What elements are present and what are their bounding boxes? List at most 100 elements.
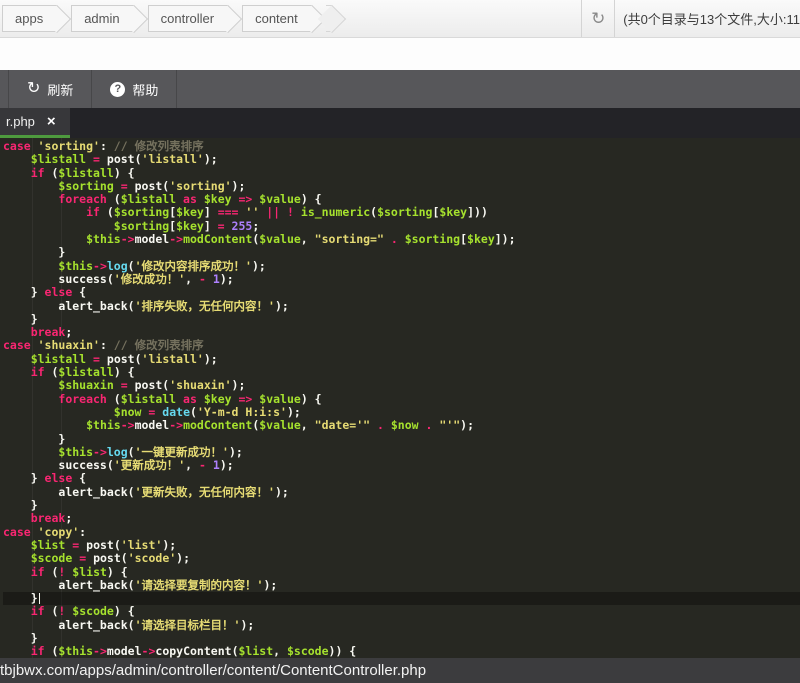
- code-token: $sorting: [58, 179, 113, 193]
- code-line[interactable]: $listall = post('listall');: [3, 353, 800, 366]
- code-token: [3, 378, 58, 392]
- code-token: ) {: [114, 365, 135, 379]
- spacer: [0, 38, 800, 70]
- code-line[interactable]: $sorting = post('sorting');: [3, 180, 800, 193]
- code-token: )) {: [329, 644, 357, 658]
- code-line[interactable]: if ($sorting[$key] === '' || ! is_numeri…: [3, 206, 800, 219]
- code-line[interactable]: success('更新成功！', - 1);: [3, 459, 800, 472]
- code-token: (: [128, 578, 135, 592]
- code-line[interactable]: break;: [3, 326, 800, 339]
- code-token: $listall: [58, 166, 113, 180]
- code-line[interactable]: alert_back('排序失败，无任何内容！');: [3, 300, 800, 313]
- code-token: $sorting: [405, 232, 460, 246]
- code-token: 'sorting': [169, 179, 231, 193]
- code-line[interactable]: foreach ($listall as $key => $value) {: [3, 393, 800, 406]
- code-line[interactable]: }: [3, 433, 800, 446]
- close-icon[interactable]: ×: [47, 114, 56, 129]
- breadcrumb-item-apps[interactable]: apps: [2, 5, 57, 32]
- code-token: $value: [259, 192, 301, 206]
- code-line[interactable]: case 'copy':: [3, 526, 800, 539]
- breadcrumb-item-controller[interactable]: controller: [148, 5, 228, 32]
- code-line[interactable]: alert_back('请选择要复制的内容！');: [3, 579, 800, 592]
- code-line[interactable]: case 'shuaxin': // 修改列表排序: [3, 339, 800, 352]
- code-token: [197, 192, 204, 206]
- code-token: '修改内容排序成功！': [135, 259, 252, 273]
- code-line[interactable]: }: [3, 313, 800, 326]
- refresh-icon: ↻: [27, 81, 40, 97]
- breadcrumb-item-admin[interactable]: admin: [71, 5, 133, 32]
- code-line[interactable]: $listall = post('listall');: [3, 153, 800, 166]
- code-line[interactable]: if ($listall) {: [3, 366, 800, 379]
- refresh-icon: ↻: [591, 9, 605, 29]
- code-line[interactable]: if ($listall) {: [3, 167, 800, 180]
- code-token: (: [128, 299, 135, 313]
- code-token: alert_back: [58, 578, 127, 592]
- code-token: (: [45, 365, 59, 379]
- code-line[interactable]: }: [3, 499, 800, 512]
- code-token: [86, 352, 93, 366]
- code-token: ) {: [107, 565, 128, 579]
- file-path: tbjbwx.com/apps/admin/controller/content…: [0, 662, 426, 679]
- code-token: (: [135, 352, 142, 366]
- code-token: 'list': [121, 538, 163, 552]
- refresh-button[interactable]: ↻ 刷新: [8, 70, 92, 108]
- code-token: $key: [176, 205, 204, 219]
- code-token: [3, 392, 58, 406]
- code-line[interactable]: break;: [3, 512, 800, 525]
- code-editor[interactable]: case 'sorting': // 修改列表排序 $listall = pos…: [0, 138, 800, 658]
- code-token: ||: [266, 205, 280, 219]
- code-line[interactable]: alert_back('更新失败，无任何内容！');: [3, 486, 800, 499]
- code-line[interactable]: } else {: [3, 472, 800, 485]
- code-token: (: [45, 166, 59, 180]
- code-token: [197, 392, 204, 406]
- help-button[interactable]: ? 帮助: [92, 70, 177, 108]
- code-line[interactable]: $this->model->modContent($value, "sortin…: [3, 233, 800, 246]
- code-token: {: [72, 285, 86, 299]
- code-token: $this: [86, 418, 121, 432]
- code-token: $listall: [31, 152, 86, 166]
- code-line[interactable]: } else {: [3, 286, 800, 299]
- code-line[interactable]: $scode = post('scode');: [3, 552, 800, 565]
- code-line[interactable]: $list = post('list');: [3, 539, 800, 552]
- code-line[interactable]: $this->log('修改内容排序成功！');: [3, 260, 800, 273]
- code-token: );: [287, 405, 301, 419]
- code-token: (: [128, 618, 135, 632]
- code-line[interactable]: case 'sorting': // 修改列表排序: [3, 140, 800, 153]
- tab-contentcontroller-php[interactable]: r.php ×: [0, 108, 70, 138]
- code-line[interactable]: alert_back('请选择目标栏目！');: [3, 619, 800, 632]
- code-token: $list: [72, 565, 107, 579]
- code-token: [3, 538, 31, 552]
- code-line[interactable]: }: [3, 592, 800, 605]
- code-token: $this: [58, 259, 93, 273]
- code-token: alert_back: [58, 299, 127, 313]
- code-line[interactable]: $this->log('一键更新成功！');: [3, 446, 800, 459]
- code-line[interactable]: }: [3, 246, 800, 259]
- code-line[interactable]: $shuaxin = post('shuaxin');: [3, 379, 800, 392]
- code-token: [3, 219, 114, 233]
- code-token: (: [107, 392, 121, 406]
- code-token: as: [183, 392, 197, 406]
- code-token: );: [220, 458, 234, 472]
- code-token: ;: [65, 325, 72, 339]
- code-token: [3, 352, 31, 366]
- code-line[interactable]: foreach ($listall as $key => $value) {: [3, 193, 800, 206]
- code-line[interactable]: if ($this->model->copyContent($list, $sc…: [3, 645, 800, 658]
- code-line[interactable]: }: [3, 632, 800, 645]
- code-token: .: [377, 418, 384, 432]
- code-line[interactable]: success('修改成功！', - 1);: [3, 273, 800, 286]
- code-line[interactable]: if (! $scode) {: [3, 605, 800, 618]
- code-line[interactable]: $this->model->modContent($value, "date='…: [3, 419, 800, 432]
- code-token: 1: [213, 458, 220, 472]
- code-line[interactable]: if (! $list) {: [3, 566, 800, 579]
- code-token: );: [232, 378, 246, 392]
- code-token: if: [31, 604, 45, 618]
- code-token: (: [107, 458, 114, 472]
- code-token: $value: [259, 418, 301, 432]
- code-token: (: [45, 604, 59, 618]
- refresh-directory-button[interactable]: ↻: [581, 0, 615, 37]
- code-token: [3, 511, 31, 525]
- code-line[interactable]: $now = date('Y-m-d H:i:s');: [3, 406, 800, 419]
- code-token: =: [121, 179, 128, 193]
- code-line[interactable]: $sorting[$key] = 255;: [3, 220, 800, 233]
- breadcrumb-item-content[interactable]: content: [242, 5, 312, 32]
